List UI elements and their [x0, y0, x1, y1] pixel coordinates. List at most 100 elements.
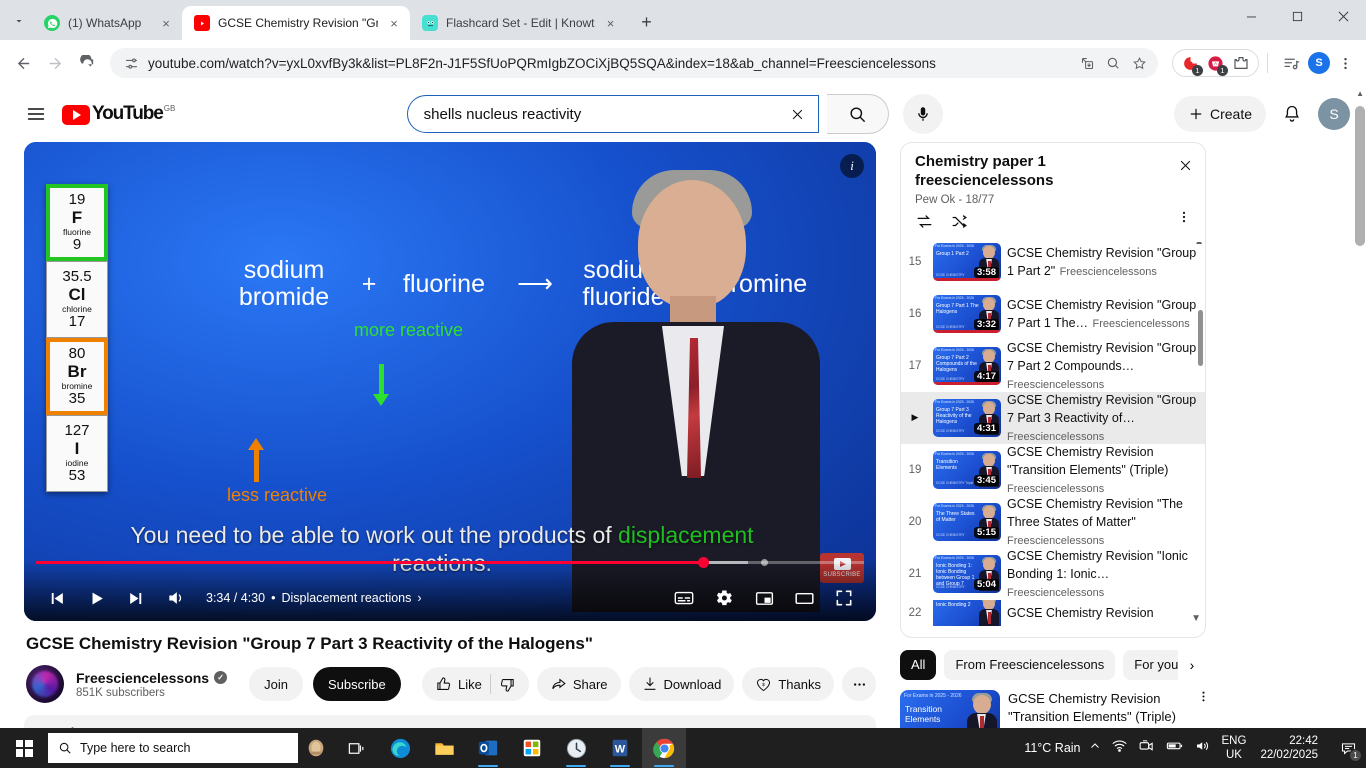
subscribe-button[interactable]: Subscribe — [312, 667, 401, 702]
fullscreen-button[interactable] — [824, 578, 864, 618]
share-button[interactable]: Share — [536, 667, 621, 702]
taskbar-clock[interactable]: 22:42 22/02/2025 — [1260, 734, 1324, 763]
playlist-menu-icon[interactable] — [1177, 210, 1191, 228]
volume-icon[interactable] — [1194, 737, 1212, 760]
join-button[interactable]: Join — [249, 667, 303, 702]
language-indicator[interactable]: ENG UK — [1222, 734, 1251, 763]
miniplayer-button[interactable] — [744, 578, 784, 618]
channel-avatar[interactable] — [26, 665, 64, 704]
search-button[interactable] — [826, 94, 889, 134]
list-item[interactable]: 22 For Exams in 2025 - 2026 Ionic Bondin… — [901, 599, 1205, 626]
search-in-page-icon[interactable] — [1104, 54, 1122, 72]
close-icon[interactable]: × — [386, 15, 402, 31]
list-item[interactable]: 16 For Exams in 2025 - 2026 Group 7 Part… — [901, 288, 1205, 340]
site-settings-icon[interactable] — [122, 54, 140, 72]
taskbar-app-microsoft-store[interactable] — [510, 728, 554, 768]
volume-button[interactable] — [156, 578, 196, 618]
task-view-button[interactable] — [334, 728, 378, 768]
extension-icon-1[interactable]: 1 — [1181, 54, 1203, 76]
download-button[interactable]: Download — [628, 667, 735, 702]
playlist-title[interactable]: Chemistry paper 1 freesciencelessons — [915, 153, 1193, 191]
youtube-logo[interactable]: YouTube GB — [62, 103, 175, 125]
list-item[interactable]: 15 For Exams in 2025 - 2026 Group 1 Part… — [901, 242, 1205, 288]
reload-button[interactable] — [72, 48, 102, 78]
playlist-scrollbar[interactable] — [1198, 309, 1203, 366]
theater-mode-button[interactable] — [784, 578, 824, 618]
browser-tab-youtube[interactable]: GCSE Chemistry Revision "Grou × — [182, 6, 410, 40]
subtitles-button[interactable] — [664, 578, 704, 618]
reading-list-icon[interactable] — [1276, 48, 1306, 78]
taskbar-app-clock[interactable] — [554, 728, 598, 768]
list-item-current[interactable]: ▶ For Exams in 2025 - 2026 Group 7 Part … — [901, 391, 1205, 444]
loop-icon[interactable] — [915, 212, 934, 236]
wifi-icon[interactable] — [1111, 737, 1128, 759]
chrome-profile-avatar[interactable]: S — [1308, 52, 1330, 74]
previous-video-button[interactable] — [36, 578, 76, 618]
player-info-icon[interactable]: i — [840, 154, 864, 178]
chrome-menu-icon[interactable] — [1332, 50, 1358, 76]
channel-name-row[interactable]: Freesciencelessons ✓ — [76, 670, 228, 686]
list-item[interactable]: 20 For Exams in 2025 - 2026 The Three St… — [901, 496, 1205, 548]
clear-search-icon[interactable] — [782, 98, 814, 130]
new-tab-button[interactable]: + — [633, 8, 661, 36]
battery-icon[interactable] — [1165, 736, 1184, 760]
progress-scrubber-handle[interactable] — [697, 557, 709, 568]
account-avatar[interactable]: S — [1318, 98, 1350, 130]
taskbar-app-chrome[interactable] — [642, 728, 686, 768]
back-button[interactable] — [8, 48, 38, 78]
related-menu-icon[interactable] — [1197, 690, 1210, 706]
extensions-puzzle-icon[interactable] — [1231, 54, 1250, 73]
shuffle-icon[interactable] — [950, 212, 969, 236]
close-playlist-icon[interactable] — [1173, 153, 1197, 177]
taskbar-app-edge[interactable] — [378, 728, 422, 768]
list-item[interactable]: 19 For Exams in 2025 - 2026 Transition E… — [901, 444, 1205, 496]
tray-expand-icon[interactable] — [1089, 739, 1101, 757]
playlist-scroll-up-icon[interactable]: ▲ — [1194, 242, 1204, 247]
browser-tab-knowt[interactable]: Flashcard Set - Edit | Knowt × — [410, 6, 627, 40]
video-player[interactable]: 19 F fluorine 9 35.5 Cl chlorine 17 80 B… — [24, 142, 876, 621]
search-input[interactable]: shells nucleus reactivity — [406, 95, 819, 133]
chapter-chevron-icon[interactable]: › — [417, 591, 421, 605]
tab-search-chevron-icon[interactable] — [6, 8, 32, 34]
chips-next-icon[interactable]: › — [1178, 649, 1206, 680]
playlist-items[interactable]: ▲ 4:31 Freesciencelessons 15 — [901, 242, 1205, 637]
page-scrollbar[interactable]: ▲ — [1353, 86, 1366, 768]
bookmark-star-icon[interactable] — [1130, 54, 1148, 72]
close-window-button[interactable] — [1320, 0, 1366, 32]
install-app-icon[interactable] — [1078, 54, 1096, 72]
close-icon[interactable]: × — [603, 15, 619, 31]
browser-tab-whatsapp[interactable]: (1) WhatsApp × — [32, 6, 182, 40]
thanks-button[interactable]: $ Thanks — [742, 667, 834, 702]
next-video-button[interactable] — [116, 578, 156, 618]
chip-all[interactable]: All — [900, 649, 937, 680]
maximize-button[interactable] — [1274, 0, 1320, 32]
address-bar[interactable]: youtube.com/watch?v=yxL0xvfBy3k&list=PL8… — [110, 48, 1158, 78]
list-item[interactable]: 21 For Exams in 2025 - 2026 Ionic Bondin… — [901, 548, 1205, 600]
scroll-up-icon[interactable]: ▲ — [1356, 89, 1364, 98]
voice-search-icon[interactable] — [902, 94, 943, 134]
list-item[interactable]: 17 For Exams in 2025 - 2026 Group 7 Part… — [901, 340, 1205, 392]
hamburger-menu-icon[interactable] — [16, 94, 56, 134]
camera-icon[interactable] — [1138, 737, 1155, 759]
play-button[interactable] — [76, 578, 116, 618]
settings-gear-icon[interactable] — [704, 578, 744, 618]
taskbar-app-outlook[interactable] — [466, 728, 510, 768]
close-icon[interactable]: × — [158, 15, 174, 31]
chapter-marker[interactable] — [760, 558, 768, 566]
taskbar-app-file-explorer[interactable] — [422, 728, 466, 768]
chip-from-channel[interactable]: From Freesciencelessons — [944, 649, 1116, 680]
forward-button[interactable] — [40, 48, 70, 78]
taskbar-search-input[interactable]: Type here to search — [48, 733, 298, 763]
extension-icon-2[interactable]: A 1 — [1206, 54, 1228, 76]
start-button[interactable] — [0, 728, 48, 768]
create-button[interactable]: Create — [1173, 96, 1266, 132]
cortana-icon[interactable] — [298, 728, 334, 768]
chapter-title[interactable]: Displacement reactions — [281, 591, 411, 605]
minimize-button[interactable] — [1228, 0, 1274, 32]
taskbar-app-word[interactable]: W — [598, 728, 642, 768]
more-actions-button[interactable] — [842, 667, 876, 702]
progress-bar[interactable] — [36, 557, 864, 568]
notifications-bell-icon[interactable] — [1272, 94, 1312, 134]
taskbar-weather[interactable]: 11°C Rain — [1024, 741, 1088, 755]
like-dislike-group[interactable]: Like — [421, 667, 529, 702]
